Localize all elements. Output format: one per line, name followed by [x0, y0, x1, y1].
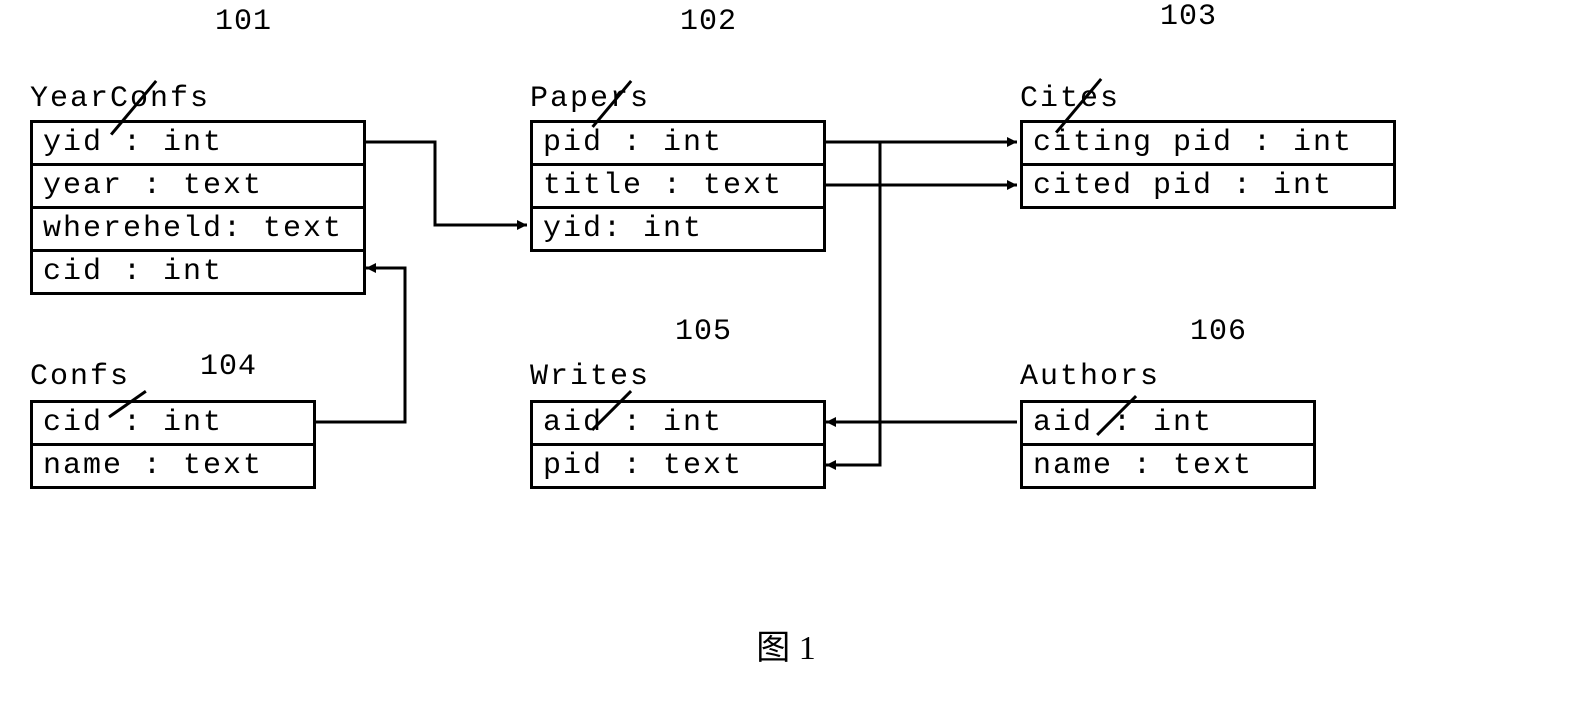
yearconfs-title: YearConfs	[30, 82, 210, 116]
cites-table: citing pid : int cited pid : int	[1020, 120, 1396, 209]
figure-caption: 图 1	[756, 620, 816, 669]
authors-field: name : text	[1023, 446, 1313, 486]
papers-table: pid : int title : text yid: int	[530, 120, 826, 252]
writes-field: aid : int	[533, 403, 823, 446]
yearconfs-field: cid : int	[33, 252, 363, 292]
writes-table: aid : int pid : text	[530, 400, 826, 489]
ref-101-label: 101	[215, 5, 272, 39]
diagram-stage: { "caption": "图 1", "entities": { "yearc…	[0, 0, 1572, 701]
ref-103-label: 103	[1160, 0, 1217, 34]
cites-field: citing pid : int	[1023, 123, 1393, 166]
confs-field: cid : int	[33, 403, 313, 446]
authors-table: aid : int name : text	[1020, 400, 1316, 489]
ref-106-label: 106	[1190, 315, 1247, 349]
confs-field: name : text	[33, 446, 313, 486]
writes-field: pid : text	[533, 446, 823, 486]
ref-104-label: 104	[200, 350, 257, 384]
confs-table: cid : int name : text	[30, 400, 316, 489]
confs-title: Confs	[30, 360, 130, 394]
ref-105-label: 105	[675, 315, 732, 349]
authors-field: aid : int	[1023, 403, 1313, 446]
yearconfs-field: year : text	[33, 166, 363, 209]
yearconfs-field: whereheld: text	[33, 209, 363, 252]
yearconfs-field: yid : int	[33, 123, 363, 166]
authors-title: Authors	[1020, 360, 1160, 394]
ref-102-label: 102	[680, 5, 737, 39]
writes-title: Writes	[530, 360, 650, 394]
cites-field: cited pid : int	[1023, 166, 1393, 206]
papers-field: title : text	[533, 166, 823, 209]
cites-title: Cites	[1020, 82, 1120, 116]
rel-papers-writes-pid	[826, 142, 880, 465]
papers-field: yid: int	[533, 209, 823, 249]
papers-title: Papers	[530, 82, 650, 116]
rel-yearconfs-papers	[363, 142, 527, 225]
yearconfs-table: yid : int year : text whereheld: text ci…	[30, 120, 366, 295]
papers-field: pid : int	[533, 123, 823, 166]
